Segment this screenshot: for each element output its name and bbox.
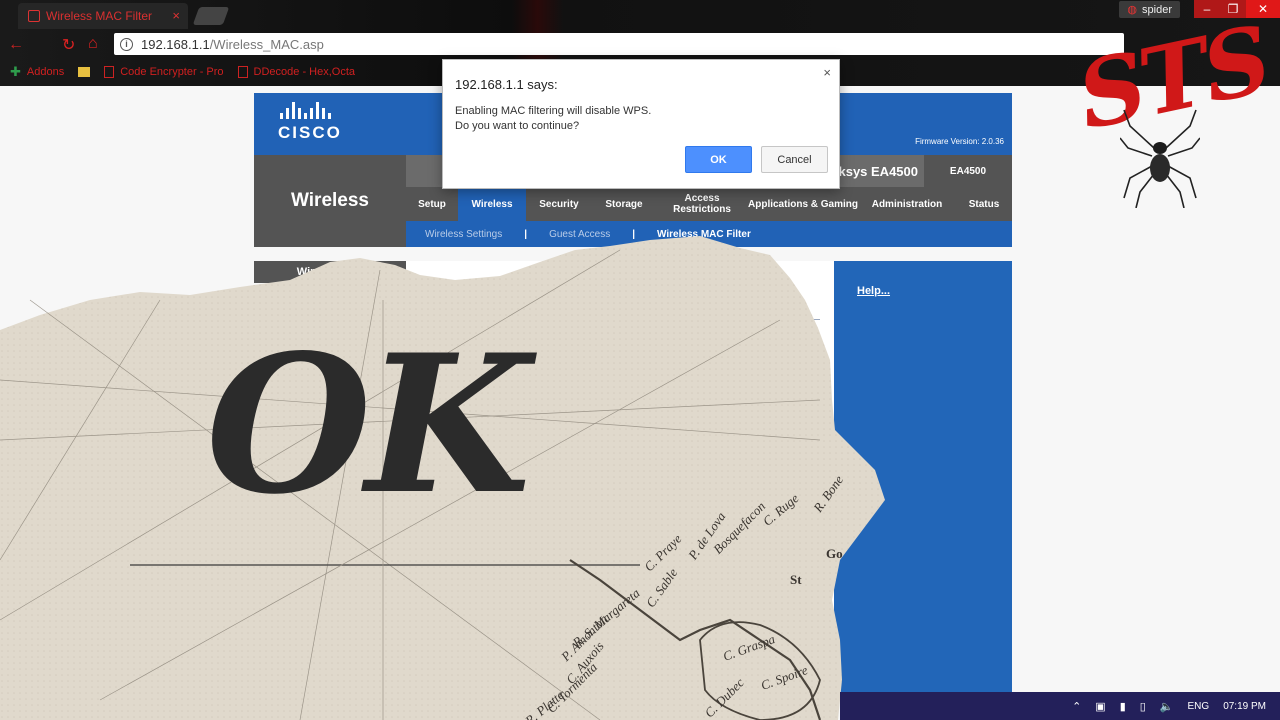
tab-close-icon[interactable]: × [172,8,180,23]
battery-icon[interactable]: ▯ [1140,700,1146,713]
url-text: 192.168.1.1/Wireless_MAC.asp [141,36,324,52]
tab-applications-gaming[interactable]: Applications & Gaming [748,187,858,221]
firmware-version: Firmware Version: 2.0.36 [915,137,1004,146]
disabled-radio-label: Disabled [516,293,556,304]
map-label: Go [826,546,843,561]
dialog-title: 192.168.1.1 says: [455,77,558,92]
tab-security[interactable]: Security [526,187,592,221]
mac-filter-label: Wireless MAC Filter [254,261,406,283]
section-title: Wireless [254,155,406,247]
tab-setup[interactable]: Setup [406,187,458,221]
tab-title: Wireless MAC Filter [46,9,153,23]
language-indicator[interactable]: ENG [1188,701,1210,712]
mac-filter-radio-group: Enabled Disabled [432,293,556,304]
profile-button[interactable]: ◍ spider [1119,1,1180,18]
cancel-button[interactable]: Cancel [761,146,828,173]
bookmark-folder[interactable] [78,67,91,77]
model-name: ksys EA4500 [838,164,918,179]
subtab-wireless-mac-filter[interactable]: Wireless MAC Filter [657,229,751,240]
tab-storage[interactable]: Storage [592,187,656,221]
clock[interactable]: 07:19 PM [1223,701,1266,712]
chevron-up-icon[interactable]: ⌃ [1072,700,1081,713]
sub-nav: Wireless Settings | Guest Access | Wirel… [406,221,1012,247]
spider-icon [1120,109,1200,208]
bookmarks-bar: ✚ Addons Code Encrypter - Pro DDecode - … [0,60,355,84]
main-nav: Setup Wireless Security Storage Access R… [406,187,1012,221]
back-arrow-icon[interactable]: ← [8,36,24,54]
volume-icon[interactable]: 🔈 [1160,700,1174,713]
help-link[interactable]: Help... [857,285,890,297]
tab-administration[interactable]: Administration [858,187,956,221]
dialog-message-line: Do you want to continue? [455,120,580,132]
profile-name: spider [1142,3,1172,16]
confirm-dialog: 192.168.1.1 says: × Enabling MAC filteri… [442,59,840,189]
subtab-guest-access[interactable]: Guest Access [549,229,610,240]
subnav-separator: | [524,228,528,240]
puzzle-icon: ✚ [10,64,21,79]
page-icon [237,66,248,78]
tab-wireless[interactable]: Wireless [458,187,526,221]
dialog-message: Enabling MAC filtering will disable WPS.… [455,104,651,134]
page-icon [104,66,115,78]
tab-status[interactable]: Status [956,187,1012,221]
page-icon [28,10,40,22]
disabled-radio[interactable] [500,293,512,304]
cisco-wordmark: CISCO [278,123,342,142]
cisco-bars-icon [280,101,342,119]
tab-access-restrictions[interactable]: Access Restrictions [656,187,748,221]
enabled-radio[interactable] [432,293,443,304]
enabled-radio-label: Enabled [448,293,485,304]
address-bar[interactable]: i 192.168.1.1/Wireless_MAC.asp [114,33,1124,55]
folder-icon [78,67,91,77]
profile-icon: ◍ [1127,4,1138,16]
new-tab-button[interactable] [192,7,230,25]
reload-icon[interactable]: ↻ [62,35,75,55]
ok-button[interactable]: OK [685,146,752,173]
signal-icon[interactable]: ▮ [1120,700,1126,713]
subtab-wireless-settings[interactable]: Wireless Settings [425,229,502,240]
subnav-separator: | [632,228,636,240]
taskbar: ⌃ ▣ ▮ ▯ 🔈 ENG 07:19 PM [840,692,1280,720]
note-icon[interactable]: ▣ [1095,700,1105,713]
bookmark-code-encrypter[interactable]: Code Encrypter - Pro [104,66,224,78]
ok-overlay-text: OK [206,313,531,536]
dialog-message-line: Enabling MAC filtering will disable WPS. [455,105,652,117]
bookmark-addons[interactable]: ✚ Addons [10,64,64,80]
browser-tab[interactable]: Wireless MAC Filter × [18,3,188,29]
model-code: EA4500 [924,155,1012,187]
close-icon[interactable]: × [823,65,831,80]
help-panel: Help... [834,261,1012,693]
map-label: St [790,572,802,587]
info-icon[interactable]: i [120,37,133,51]
bookmark-ddecode[interactable]: DDecode - Hex,Octa [237,66,355,78]
home-icon[interactable]: ⌂ [88,35,98,53]
cisco-logo: CISCO [278,101,342,143]
